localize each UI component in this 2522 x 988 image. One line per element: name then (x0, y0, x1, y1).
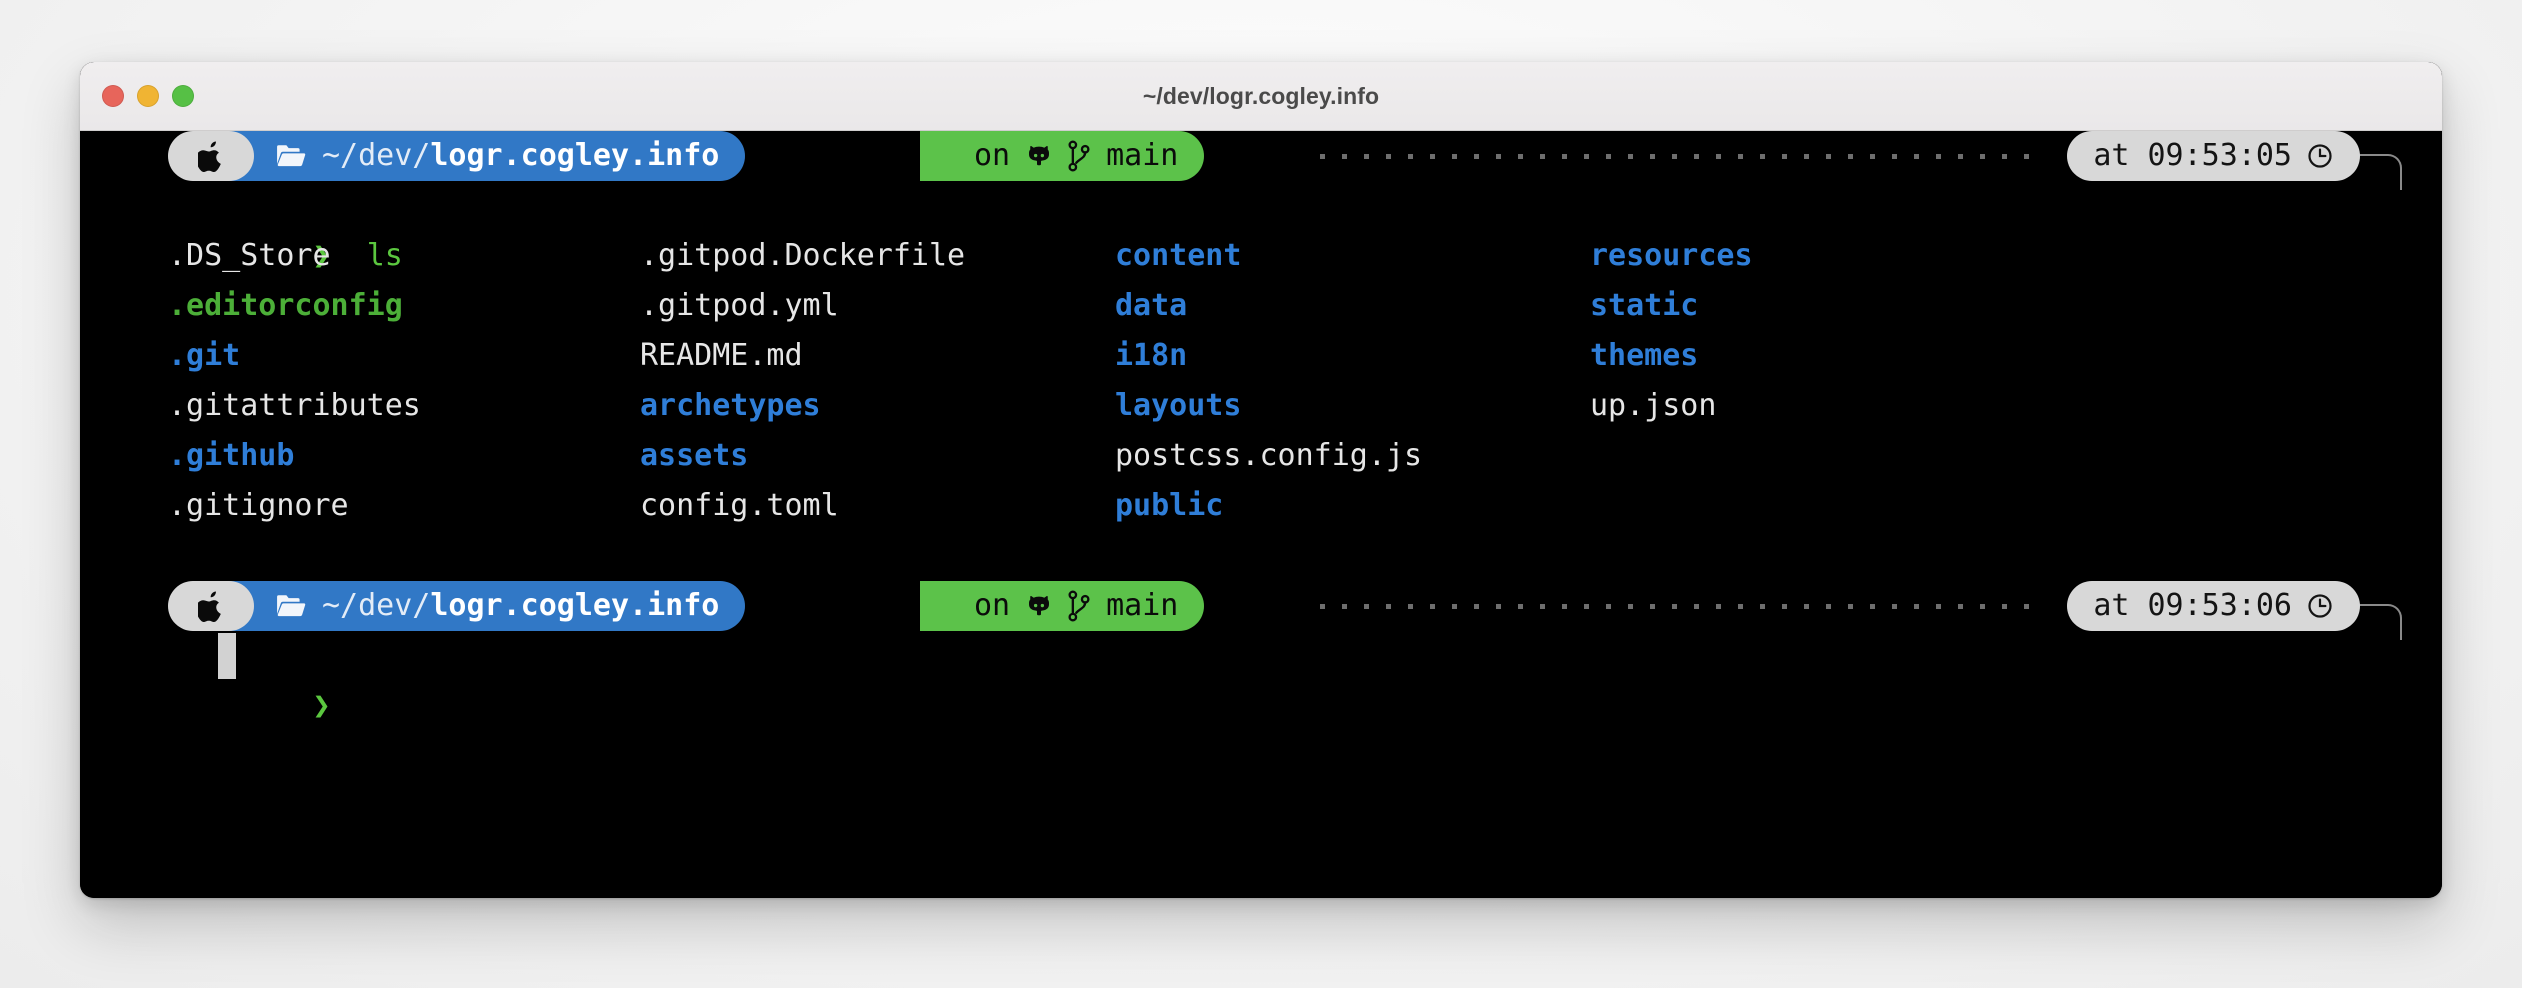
git-branch-name: main (1106, 138, 1179, 173)
apple-segment-2 (168, 581, 254, 631)
ls-entry: data (1115, 288, 1188, 323)
ls-entry: .gitpod.Dockerfile (640, 238, 966, 273)
time-prefix: at (2093, 138, 2130, 173)
prompt-filler-2 (1320, 604, 2030, 609)
github-octocat-icon (1024, 141, 1054, 171)
terminal-window: ~/dev/logr.cogley.info on main ~/dev/ lo… (80, 62, 2442, 898)
path-name: logr.cogley.info (430, 138, 720, 173)
git-segment-2: on main (920, 581, 1205, 631)
time-value: 09:53:06 (2147, 588, 2293, 623)
path-segment-2: ~/dev/logr.cogley.info (216, 581, 746, 631)
command-line: ❯ ls (80, 181, 2442, 273)
ls-entry: .github (168, 438, 295, 473)
ls-row: .github assets postcss.config.js (80, 431, 2442, 481)
terminal-screen[interactable]: on main ~/dev/ logr.cogley.info at 09:53… (80, 131, 2442, 898)
clock-icon (2306, 592, 2334, 620)
apple-icon (197, 140, 225, 172)
ls-entry: i18n (1115, 338, 1188, 373)
github-octocat-icon (1024, 591, 1054, 621)
prompt-line-2: on main ~/dev/ logr.cogley.info at 09:53… (80, 581, 2442, 640)
input-chevron: ❯ (312, 688, 331, 723)
ls-entry: .git (168, 338, 241, 373)
ls-row: .git README.md i18n themes (80, 331, 2442, 381)
ls-entry: public (1115, 488, 1224, 523)
window-title: ~/dev/logr.cogley.info (1142, 83, 1380, 109)
ls-entry: layouts (1115, 388, 1242, 423)
ls-entry: .gitattributes (168, 388, 421, 423)
git-segment-1: on main (920, 131, 1205, 181)
time-value: 09:53:05 (2147, 138, 2293, 173)
window-titlebar[interactable]: ~/dev/logr.cogley.info (80, 62, 2442, 131)
text-cursor (218, 633, 236, 679)
ls-entry: .gitignore (168, 488, 349, 523)
apple-segment-1 (168, 131, 254, 181)
ls-entry: assets (640, 438, 749, 473)
git-branch-icon (1066, 140, 1092, 172)
ls-entry: .DS_Store (168, 238, 331, 273)
ls-entry: static (1590, 288, 1699, 323)
path-prefix: ~/dev/ (322, 588, 431, 623)
ls-entry: up.json (1590, 388, 1717, 423)
path-name: logr.cogley.info (430, 588, 720, 623)
apple-icon (197, 590, 225, 622)
folder-icon (276, 143, 306, 169)
git-on-label: on (974, 588, 1011, 623)
ls-entry: README.md (640, 338, 803, 373)
git-on-label: on (974, 138, 1011, 173)
ls-entry: postcss.config.js (1115, 438, 1423, 473)
ls-entry: themes (1590, 338, 1699, 373)
ls-entry: resources (1590, 238, 1753, 273)
prompt-line-1: on main ~/dev/ logr.cogley.info at 09:53… (80, 131, 2442, 190)
ls-row: .DS_Store .gitpod.Dockerfile content resour… (80, 231, 2442, 281)
git-branch-name: main (1106, 588, 1179, 623)
ls-row: .gitignore config.toml public (80, 481, 2442, 531)
clock-icon (2306, 142, 2334, 170)
ls-entry: config.toml (640, 488, 839, 523)
input-line[interactable]: ❯ (80, 631, 2442, 723)
ls-entry: content (1115, 238, 1242, 273)
ls-row: .gitattributes archetypes layouts up.json (80, 381, 2442, 431)
ls-row: .editorconfig .gitpod.yml data static (80, 281, 2442, 331)
path-segment-1: ~/dev/logr.cogley.info (216, 131, 746, 181)
git-branch-icon (1066, 590, 1092, 622)
prompt-filler-1 (1320, 154, 2030, 159)
time-segment-2: at 09:53:06 (2067, 581, 2360, 631)
ls-entry: archetypes (640, 388, 821, 423)
ls-entry: .editorconfig (168, 288, 403, 323)
time-prefix: at (2093, 588, 2130, 623)
time-segment-1: at 09:53:05 (2067, 131, 2360, 181)
folder-icon (276, 593, 306, 619)
ls-entry: .gitpod.yml (640, 288, 839, 323)
path-prefix: ~/dev/ (322, 138, 431, 173)
